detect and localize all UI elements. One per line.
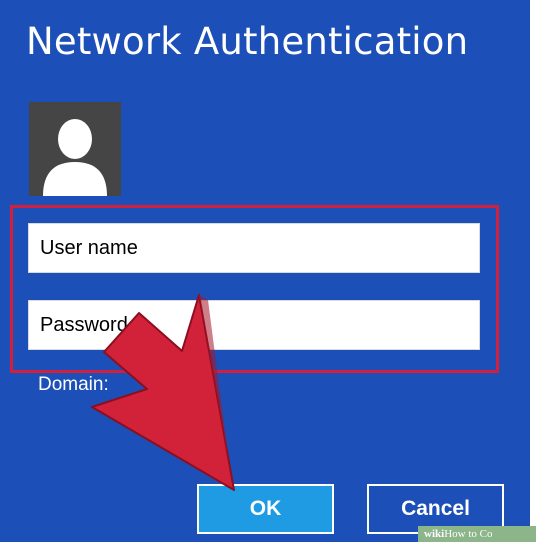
watermark: wikiHow to Co bbox=[418, 526, 536, 542]
screenshot: Network Authentication Domain: OK Cancel… bbox=[0, 0, 536, 542]
user-avatar-icon bbox=[29, 102, 121, 196]
ok-button[interactable]: OK bbox=[197, 484, 334, 534]
watermark-text: How to Co bbox=[444, 528, 493, 540]
watermark-brand: wiki bbox=[424, 528, 445, 540]
domain-label: Domain: bbox=[38, 374, 109, 395]
username-input[interactable] bbox=[28, 223, 480, 273]
network-authentication-dialog: Network Authentication Domain: OK Cancel bbox=[0, 0, 530, 542]
password-input[interactable] bbox=[28, 300, 480, 350]
dialog-title: Network Authentication bbox=[26, 20, 469, 63]
